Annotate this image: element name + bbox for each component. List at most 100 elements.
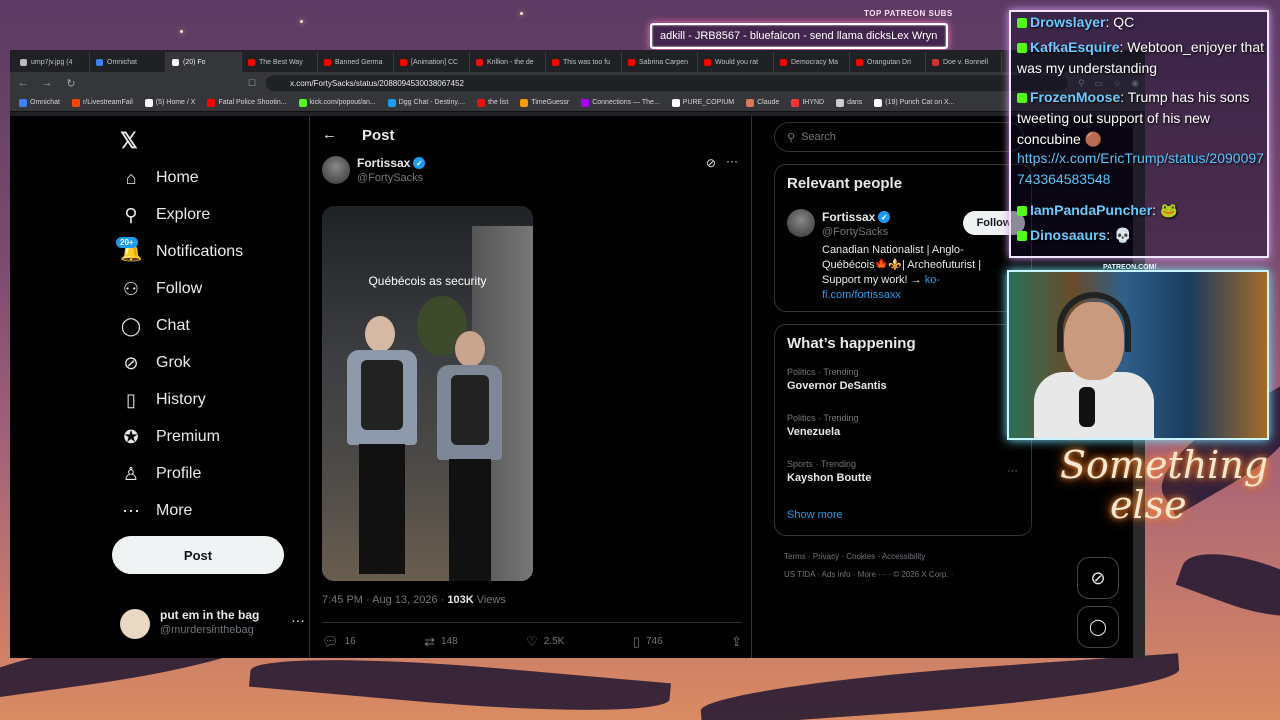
bookmark-page-icon[interactable]: ☐: [248, 78, 256, 89]
trend-name: Governor DeSantis: [787, 380, 887, 392]
show-more-link[interactable]: Show more: [787, 509, 843, 521]
grok-float-icon[interactable]: ⊘: [1077, 557, 1119, 599]
bookmark-item[interactable]: Dgg Chat - Destiny....: [383, 98, 470, 107]
bookmark-item[interactable]: r/LivestreamFail: [67, 98, 138, 107]
browser-tab[interactable]: The Best Way: [242, 52, 318, 72]
author-handle[interactable]: @FortySacks: [357, 172, 423, 184]
nav-item-premium[interactable]: ✪ Premium: [120, 422, 220, 452]
bookmark-item[interactable]: dans: [831, 98, 867, 107]
tab-label: Democracy Ma: [791, 58, 839, 66]
browser-tab[interactable]: Sabrina Carpen: [622, 52, 698, 72]
more-icon[interactable]: ···: [291, 612, 305, 628]
browser-tab[interactable]: Orangutan Dri: [850, 52, 926, 72]
bookmark-item[interactable]: Fatal Police Shootin...: [202, 98, 291, 107]
neon-sign: Something else: [1060, 445, 1270, 555]
reply-button[interactable]: 💬︎ 16: [322, 634, 356, 650]
nav-label: Follow: [156, 280, 203, 297]
bookmark-item[interactable]: TimeGuessr: [515, 98, 574, 107]
forward-arrow-icon[interactable]: →: [40, 77, 54, 89]
tab-label: Banned Germa: [335, 58, 383, 66]
author-name-text: Fortissax: [357, 156, 411, 170]
chat-float-icon[interactable]: ◯: [1077, 606, 1119, 648]
reply-icon: 💬︎: [322, 633, 339, 649]
footer-link[interactable]: Privacy: [813, 552, 839, 561]
footer-link[interactable]: Cookies: [846, 552, 875, 561]
bookmark-item[interactable]: PURE_COPIUM: [667, 98, 739, 107]
trend-item[interactable]: Sports · Trending Kayshon Boutte: [787, 459, 1017, 484]
nav-item-more[interactable]: ⋯ More: [120, 496, 192, 526]
author-name[interactable]: Fortissax ✓: [357, 156, 426, 170]
bookmark-label: Connections — The...: [592, 99, 660, 106]
post-more-icon[interactable]: ···: [726, 154, 738, 168]
x-logo-icon[interactable]: 𝕏: [120, 128, 138, 154]
post-button[interactable]: Post: [112, 536, 284, 574]
chat-username: Dinosaaurs: [1030, 227, 1107, 243]
like-button[interactable]: ♡ 2.5K: [526, 634, 564, 650]
nav-item-history[interactable]: ▯ History: [120, 385, 206, 415]
footer-link[interactable]: US TIDA: [784, 570, 815, 579]
bookmark-item[interactable]: the list: [472, 98, 513, 107]
trend-item[interactable]: Politics · Trending Venezuela: [787, 413, 1017, 438]
bookmark-item[interactable]: Omnichat: [14, 98, 65, 107]
bookmark-item[interactable]: (5) Home / X: [140, 98, 201, 107]
browser-tab[interactable]: Doe v. Bonnell: [926, 52, 1002, 72]
browser-tab[interactable]: This was too fu: [546, 52, 622, 72]
chat-badge-icon: [1017, 93, 1027, 104]
footer-link[interactable]: © 2026 X Corp.: [893, 570, 948, 579]
nav-item-notifications[interactable]: 🔔 Notifications: [120, 237, 243, 267]
bookmark-icon: [746, 98, 755, 107]
avatar[interactable]: [787, 209, 815, 237]
browser-tab[interactable]: Democracy Ma: [774, 52, 850, 72]
browser-tab[interactable]: [Animation] CC: [394, 52, 470, 72]
bookmark-label: (5) Home / X: [155, 99, 196, 106]
address-bar[interactable]: x.com/FortySacks/status/2088094530038067…: [266, 75, 1068, 91]
bookmark-item[interactable]: Claude: [741, 98, 784, 107]
footer-link[interactable]: Terms: [784, 552, 806, 561]
search-input[interactable]: ⚲ Search: [774, 122, 1024, 152]
footer-link[interactable]: Accessibility: [882, 552, 926, 561]
nav-item-home[interactable]: ⌂ Home: [120, 163, 199, 193]
trend-item[interactable]: Politics · Trending Governor DeSantis: [787, 367, 1017, 392]
bookmark-icon: [874, 98, 883, 107]
back-icon[interactable]: ←: [322, 126, 337, 143]
relevant-name[interactable]: Fortissax ✓: [822, 210, 891, 224]
account-switcher[interactable]: put em in the bag @murdersinthebag ···: [120, 606, 305, 646]
post-video[interactable]: Québécois as security: [322, 206, 533, 581]
chat-link[interactable]: https://x.com/EricTrump/status/209009774…: [1017, 150, 1264, 187]
trend-more-icon[interactable]: ···: [1007, 465, 1018, 477]
author-avatar[interactable]: [322, 156, 350, 184]
relevant-handle[interactable]: @FortySacks: [822, 226, 888, 238]
reply-count: 16: [344, 636, 356, 647]
browser-tab[interactable]: (20) Fo: [166, 52, 242, 72]
nav-item-profile[interactable]: ♙ Profile: [120, 459, 201, 489]
bookmark-button[interactable]: ▯ 746: [633, 634, 663, 650]
bookmark-item[interactable]: (19) Punch Cat on X...: [869, 98, 959, 107]
bookmark-item[interactable]: IHYND: [786, 98, 829, 107]
grok-icon[interactable]: ⊘: [706, 156, 716, 170]
bookmark-item[interactable]: kick.com/popout/an...: [294, 98, 381, 107]
browser-tab[interactable]: Omnichat: [90, 52, 166, 72]
page-title: Post: [362, 127, 395, 144]
tab-favicon-icon: [628, 58, 635, 66]
footer-link[interactable]: Ads info: [822, 570, 851, 579]
footer-link[interactable]: More ···: [858, 570, 886, 579]
happening-title: What’s happening: [787, 335, 916, 352]
browser-tab[interactable]: Banned Germa: [318, 52, 394, 72]
chat-username: KafkaEsquire: [1030, 39, 1120, 55]
tab-strip: ump7jv.jpg (4 Omnichat (20) Fo The Best Way…: [10, 50, 1145, 72]
browser-tab[interactable]: Krillion - the de: [470, 52, 546, 72]
chat-message: KafkaEsquire: Webtoon_enjoyer that was m…: [1017, 39, 1264, 76]
reload-icon[interactable]: ↻: [64, 77, 78, 90]
repost-button[interactable]: ⇄ 148: [424, 634, 458, 650]
nav-item-explore[interactable]: ⚲ Explore: [120, 200, 210, 230]
nav-item-grok[interactable]: ⊘ Grok: [120, 348, 190, 378]
nav-item-chat[interactable]: ◯ Chat: [120, 311, 190, 341]
nav-item-follow[interactable]: ⚇ Follow: [120, 274, 202, 304]
browser-tab[interactable]: ump7jv.jpg (4: [14, 52, 90, 72]
bookmark-item[interactable]: Connections — The...: [576, 98, 665, 107]
browser-tab[interactable]: Would you rat: [698, 52, 774, 72]
share-button[interactable]: ⇪: [731, 634, 742, 650]
trend-name: Kayshon Boutte: [787, 472, 872, 484]
back-arrow-icon[interactable]: ←: [16, 77, 30, 89]
tab-label: Doe v. Bonnell: [943, 58, 989, 66]
